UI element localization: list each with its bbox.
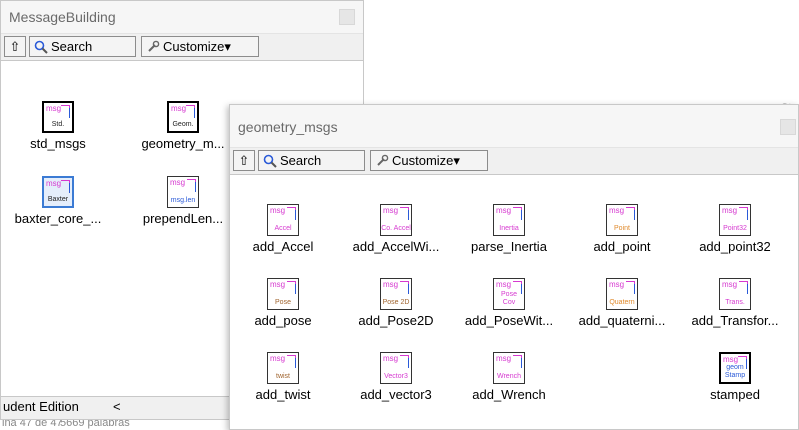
item-label: geometry_m... [141, 136, 225, 151]
palette-item[interactable]: msg geom Stamp stamped [683, 352, 787, 402]
msg-len-icon: msg msg.len [167, 176, 199, 208]
vi-icon: msg Trans. [719, 278, 751, 310]
item-label: add_AccelWi... [352, 239, 440, 254]
palette-item[interactable]: msg Wrench add_Wrench [457, 352, 561, 402]
palette-content: msg Accel add_Accel msg Co. Accel add_AccelWi… [230, 174, 798, 429]
palette-item[interactable]: msg Pose Cov add_PoseWit... [457, 278, 561, 328]
vi-icon: msg geom Stamp [719, 352, 751, 384]
palette-item-std-msgs[interactable]: msg Std. std_msgs [6, 101, 110, 151]
vi-icon: msg Point [606, 204, 638, 236]
wrench-icon [148, 40, 160, 52]
palette-item[interactable]: msg twist add_twist [231, 352, 335, 402]
magnifier-icon [34, 40, 48, 54]
toolbar: ⇧ Search Customize▾ [230, 148, 798, 175]
scroll-left-button[interactable]: < [113, 399, 121, 414]
vi-icon: msg Vector3 [380, 352, 412, 384]
item-label: stamped [710, 387, 760, 402]
magnifier-icon [263, 154, 277, 168]
customize-label: Customize▾ [392, 152, 460, 168]
vi-icon: msg Quatern [606, 278, 638, 310]
item-label: add_Wrench [472, 387, 546, 402]
vi-icon: msg Pose 2D [380, 278, 412, 310]
wrench-icon [377, 154, 389, 166]
toolbar: ⇧ Search Customize▾ [1, 34, 363, 61]
palette-item-prepend-length[interactable]: msg msg.len prependLen... [131, 176, 235, 226]
search-label: Search [280, 153, 322, 168]
customize-button[interactable]: Customize▾ [141, 36, 259, 57]
palette-item[interactable]: msg Quatern add_quaterni... [570, 278, 674, 328]
item-label: add_quaterni... [578, 313, 666, 328]
customize-label: Customize▾ [163, 38, 231, 54]
vi-icon: msg Point32 [719, 204, 751, 236]
item-label: add_point32 [699, 239, 771, 254]
geometry-msgs-icon: msg Geom. [167, 101, 199, 133]
item-label: add_pose [254, 313, 312, 328]
item-label: add_Accel [252, 239, 314, 254]
palette-item[interactable]: msg Pose 2D add_Pose2D [344, 278, 448, 328]
palette-item[interactable]: msg Pose add_pose [231, 278, 335, 328]
vi-icon: msg Wrench [493, 352, 525, 384]
item-label: prependLen... [142, 211, 224, 226]
title-bar[interactable]: MessageBuilding [1, 1, 363, 34]
vi-icon: msg twist [267, 352, 299, 384]
vi-icon: msg Pose Cov [493, 278, 525, 310]
vi-icon: msg Accel [267, 204, 299, 236]
item-label: parse_Inertia [471, 239, 547, 254]
edition-label: udent Edition [3, 399, 79, 414]
vi-icon: msg Pose [267, 278, 299, 310]
vi-icon: msg Inertia [493, 204, 525, 236]
item-label: add_point [593, 239, 651, 254]
item-label: add_Transfor... [691, 313, 779, 328]
palette-item[interactable]: msg Inertia parse_Inertia [457, 204, 561, 254]
up-button[interactable]: ⇧ [233, 150, 255, 171]
std-msgs-icon: msg Std. [42, 101, 74, 133]
item-label: std_msgs [30, 136, 86, 151]
customize-button[interactable]: Customize▾ [370, 150, 488, 171]
palette-item[interactable]: msg Co. Accel add_AccelWi... [344, 204, 448, 254]
palette-item[interactable]: msg Trans. add_Transfor... [683, 278, 787, 328]
search-label: Search [51, 39, 93, 54]
status-bar: udent Edition < [1, 396, 233, 419]
item-label: add_vector3 [360, 387, 432, 402]
title-bar[interactable]: geometry_msgs [230, 105, 798, 148]
close-icon[interactable] [780, 119, 796, 135]
palette-item[interactable]: msg Vector3 add_vector3 [344, 352, 448, 402]
vi-icon: msg Co. Accel [380, 204, 412, 236]
search-button[interactable]: Search [29, 36, 136, 57]
geometry-msgs-window: geometry_msgs ⇧ Search Customize▾ msg Acc… [229, 104, 799, 430]
baxter-icon: msg Baxter [42, 176, 74, 208]
up-arrow-icon: ⇧ [9, 38, 21, 54]
item-label: add_PoseWit... [464, 313, 554, 328]
palette-item-geometry-msgs[interactable]: msg Geom. geometry_m... [131, 101, 235, 151]
palette-item[interactable]: msg Point add_point [570, 204, 674, 254]
item-label: add_Pose2D [358, 313, 434, 328]
search-button[interactable]: Search [258, 150, 365, 171]
window-title: MessageBuilding [9, 9, 116, 25]
item-label: add_twist [255, 387, 311, 402]
window-title: geometry_msgs [238, 119, 338, 135]
up-button[interactable]: ⇧ [4, 36, 26, 57]
item-label: baxter_core_... [14, 211, 102, 226]
palette-item[interactable]: msg Point32 add_point32 [683, 204, 787, 254]
up-arrow-icon: ⇧ [238, 152, 250, 168]
palette-item-baxter-core[interactable]: msg Baxter baxter_core_... [6, 176, 110, 226]
palette-item[interactable]: msg Accel add_Accel [231, 204, 335, 254]
close-icon[interactable] [339, 9, 355, 25]
